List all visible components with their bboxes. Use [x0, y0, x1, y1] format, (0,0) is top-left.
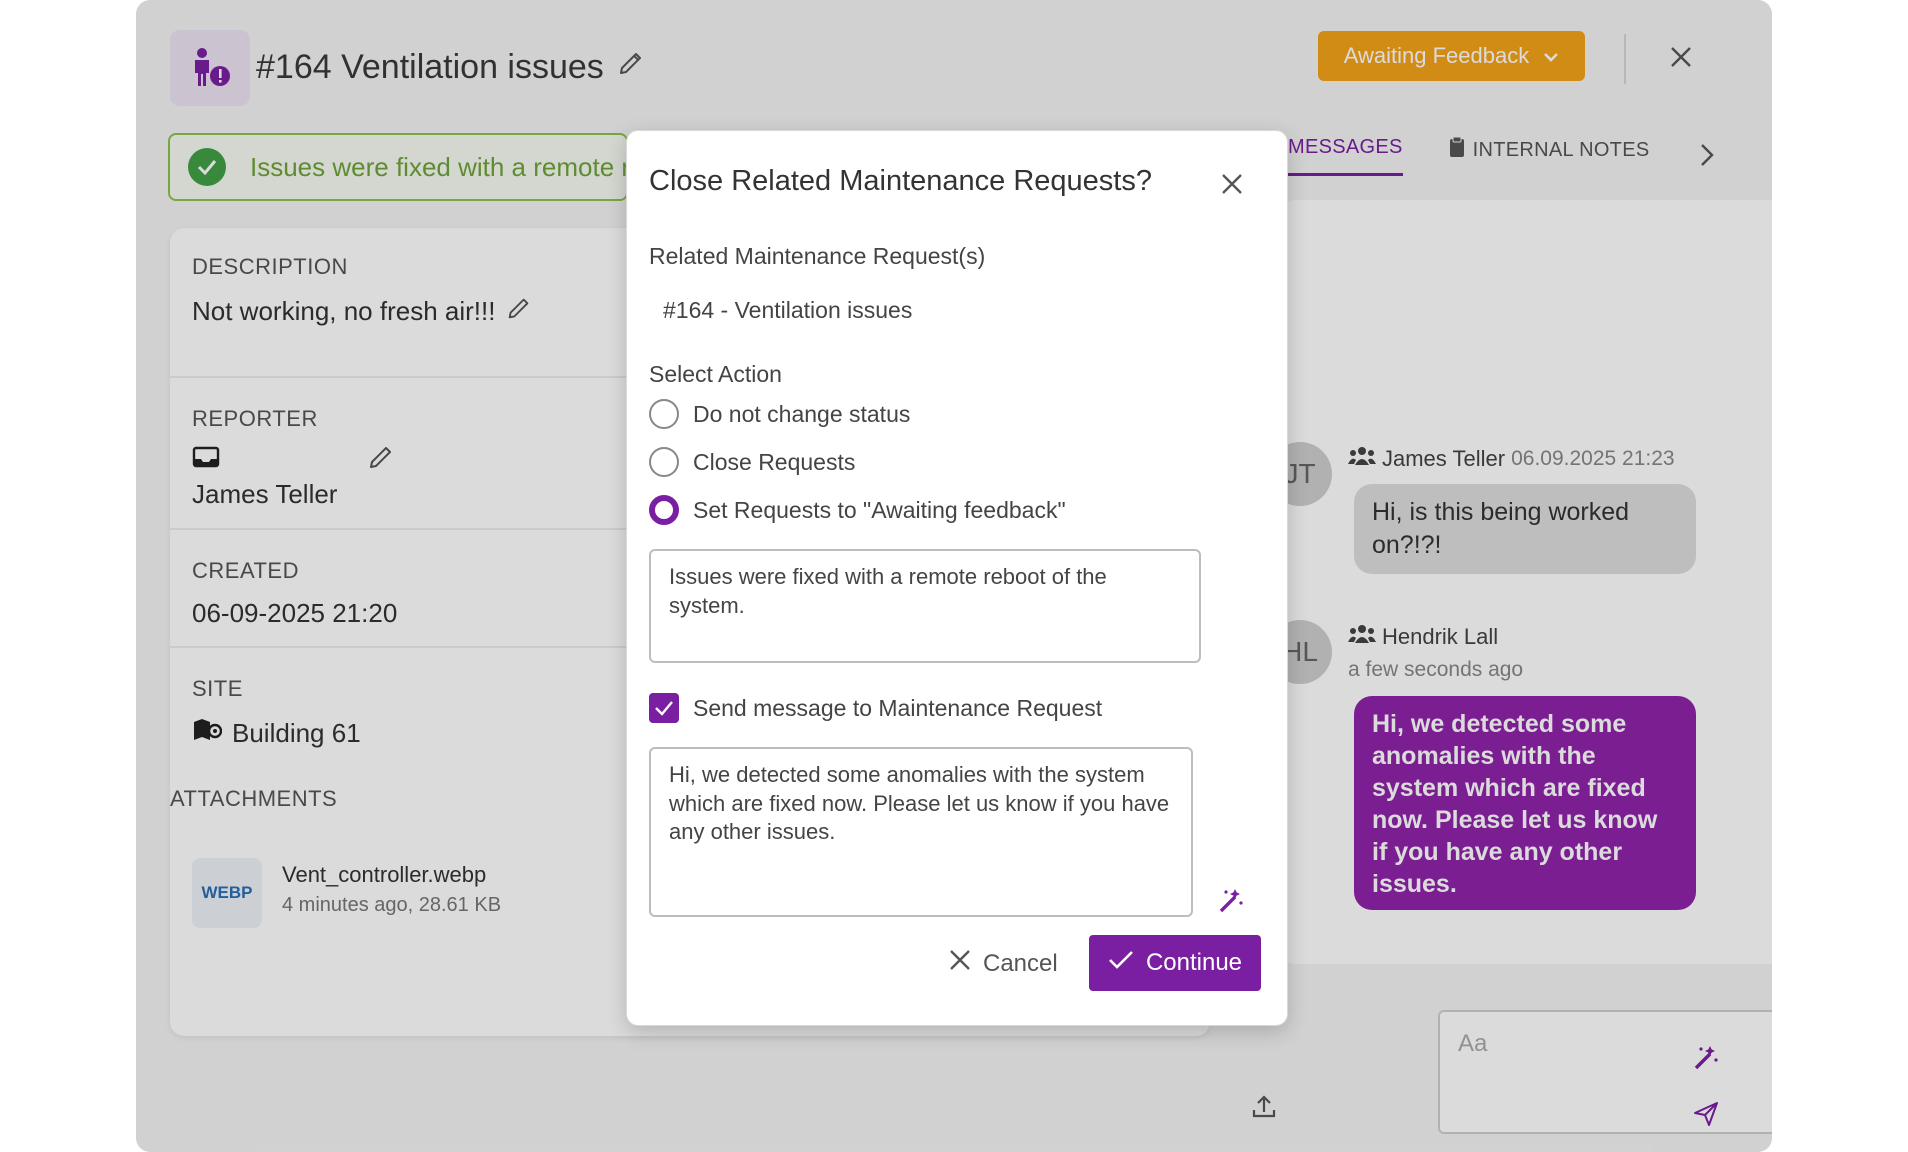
radio-button[interactable]: [649, 399, 679, 429]
radio-button-selected[interactable]: [649, 495, 679, 525]
checkbox-checked[interactable]: [649, 693, 679, 723]
send-message-checkbox-row[interactable]: Send message to Maintenance Request: [649, 693, 1102, 723]
close-requests-dialog: Close Related Maintenance Requests? Rela…: [626, 130, 1288, 1026]
message-textarea[interactable]: Hi, we detected some anomalies with the …: [649, 747, 1193, 917]
radio-awaiting-feedback[interactable]: Set Requests to "Awaiting feedback": [649, 495, 1066, 525]
radio-label: Do not change status: [693, 400, 911, 427]
check-icon: [1108, 949, 1134, 977]
select-action-label: Select Action: [649, 361, 782, 387]
status-note-textarea[interactable]: Issues were fixed with a remote reboot o…: [649, 549, 1201, 663]
close-icon: [949, 949, 971, 978]
radio-do-not-change[interactable]: Do not change status: [649, 399, 910, 429]
continue-button[interactable]: Continue: [1089, 935, 1261, 991]
cancel-button[interactable]: Cancel: [949, 949, 1058, 978]
radio-close-requests[interactable]: Close Requests: [649, 447, 855, 477]
related-request-value: #164 - Ventilation issues: [663, 297, 913, 323]
radio-label: Set Requests to "Awaiting feedback": [693, 496, 1066, 523]
related-requests-label: Related Maintenance Request(s): [649, 243, 986, 269]
radio-button[interactable]: [649, 447, 679, 477]
cancel-label: Cancel: [983, 949, 1058, 977]
radio-label: Close Requests: [693, 448, 856, 475]
continue-label: Continue: [1145, 949, 1243, 976]
close-icon[interactable]: [1217, 169, 1247, 199]
magic-wand-icon[interactable]: [1217, 887, 1245, 920]
dialog-title: Close Related Maintenance Requests?: [649, 165, 1152, 197]
send-message-label: Send message to Maintenance Request: [693, 694, 1103, 721]
